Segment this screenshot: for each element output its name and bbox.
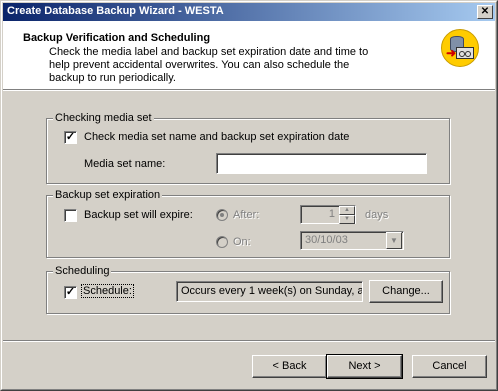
next-button[interactable]: Next > (326, 354, 403, 379)
spin-up-icon[interactable]: ▲ (339, 206, 355, 215)
backup-expire-label[interactable]: Backup set will expire: (84, 209, 193, 221)
media-set-legend: Checking media set (53, 112, 154, 125)
after-label: After: (233, 209, 260, 221)
schedule-checkbox[interactable]: ✓ (64, 286, 77, 299)
schedule-label[interactable]: Schedule: (81, 284, 134, 298)
days-unit-label: days (365, 209, 389, 221)
check-media-set-checkbox[interactable]: ✓ (64, 131, 77, 144)
change-schedule-button[interactable]: Change... (369, 280, 443, 303)
header-divider (3, 89, 495, 91)
page-description: Check the media label and backup set exp… (49, 46, 369, 84)
backup-expire-checkbox[interactable] (64, 209, 77, 222)
database-backup-icon: ➜ (441, 29, 479, 67)
footer-divider (3, 340, 495, 342)
close-button[interactable]: ✕ (477, 5, 493, 19)
expiration-legend: Backup set expiration (53, 189, 163, 202)
on-label: On: (233, 236, 251, 248)
media-set-group: Checking media set (46, 112, 450, 184)
cancel-button[interactable]: Cancel (412, 355, 487, 378)
scheduling-legend: Scheduling (53, 265, 112, 278)
wizard-window: Create Database Backup Wizard - WESTA ✕ … (0, 0, 498, 391)
arrow-icon: ➜ (446, 46, 457, 60)
back-button[interactable]: < Back (252, 355, 327, 378)
close-icon: ✕ (480, 6, 490, 17)
media-set-name-input[interactable] (216, 153, 427, 174)
days-spinner[interactable]: ▲ ▼ (339, 206, 355, 225)
window-title: Create Database Backup Wizard - WESTA (7, 5, 224, 17)
wizard-header: Backup Verification and Scheduling Check… (3, 21, 495, 89)
title-bar[interactable]: Create Database Backup Wizard - WESTA ✕ (3, 3, 495, 21)
media-set-name-label: Media set name: (84, 158, 166, 170)
page-title: Backup Verification and Scheduling (23, 32, 211, 44)
tape-icon (456, 47, 474, 59)
check-media-set-label[interactable]: Check media set name and backup set expi… (84, 131, 349, 143)
after-radio[interactable] (216, 209, 228, 221)
chevron-down-icon[interactable]: ▼ (386, 232, 402, 249)
on-radio[interactable] (216, 236, 228, 248)
schedule-description: Occurs every 1 week(s) on Sunday, a (176, 281, 363, 302)
spin-down-icon[interactable]: ▼ (339, 215, 355, 224)
